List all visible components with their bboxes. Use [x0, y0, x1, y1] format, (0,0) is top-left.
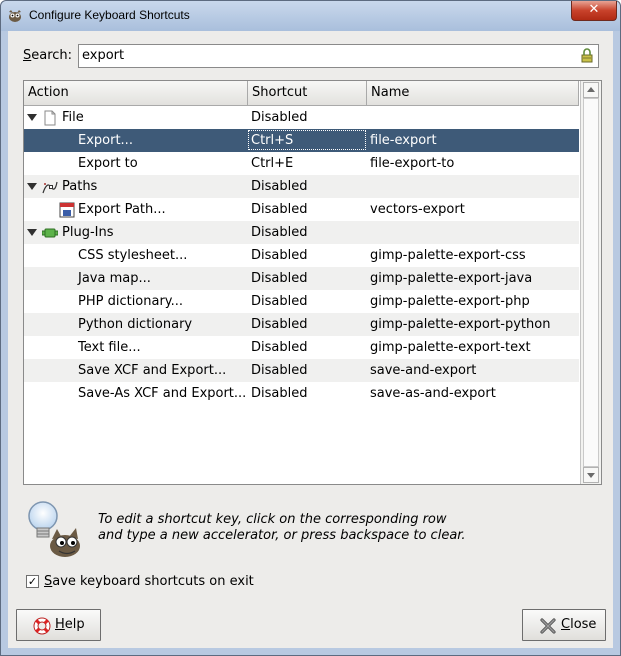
tree-rows: File Disabled Export... Ctrl+S file-expo… [24, 106, 579, 405]
row-action: PHP dictionary... [78, 294, 184, 309]
column-header-name[interactable]: Name [367, 81, 579, 105]
close-button-label: Close [561, 617, 596, 632]
paths-icon [42, 181, 58, 194]
row-name: gimp-palette-export-php [370, 294, 530, 309]
column-header-action[interactable]: Action [24, 81, 248, 105]
close-label-rest: lose [570, 617, 597, 632]
row-action: Save XCF and Export... [78, 363, 227, 378]
row-name: file-export-to [370, 156, 455, 171]
window-close-button[interactable]: ✕ [571, 1, 617, 21]
title-bar[interactable]: Configure Keyboard Shortcuts ✕ [1, 1, 620, 31]
scroll-up-arrow-icon [587, 87, 595, 92]
export-path-icon [59, 202, 75, 218]
row-action: Export... [78, 133, 133, 148]
search-label: Search: [23, 48, 72, 63]
column-header-shortcut[interactable]: Shortcut [248, 81, 367, 105]
row-shortcut: Disabled [251, 363, 308, 378]
help-mnemonic: H [55, 617, 65, 632]
tree-row-save-as-and-export[interactable]: Save-As XCF and Export... Disabled save-… [24, 382, 579, 405]
hint-line-1: To edit a shortcut key, click on the cor… [98, 512, 447, 527]
hint-line-2: and type a new accelerator, or press bac… [98, 528, 466, 543]
row-shortcut[interactable]: Ctrl+S [251, 129, 367, 152]
row-name: gimp-palette-export-text [370, 340, 531, 355]
tree-header: Action Shortcut Name [24, 81, 579, 106]
row-action: Java map... [78, 271, 151, 286]
row-shortcut: Disabled [251, 110, 308, 125]
tree-row-save-and-export[interactable]: Save XCF and Export... Disabled save-and… [24, 359, 579, 382]
document-icon [44, 110, 56, 126]
row-name: file-export [370, 133, 437, 148]
dialog-window: Configure Keyboard Shortcuts ✕ Search: A… [0, 0, 621, 656]
help-label-rest: elp [64, 617, 85, 632]
row-name: gimp-palette-export-css [370, 248, 526, 263]
dialog-content: Search: Action Shortcut Name File [8, 31, 613, 648]
scroll-track[interactable] [583, 98, 599, 467]
close-mnemonic: C [561, 617, 571, 632]
row-action: Save-As XCF and Export... [78, 386, 247, 401]
row-name: vectors-export [370, 202, 465, 217]
search-input[interactable] [79, 45, 562, 65]
save-shortcuts-checkbox[interactable]: ✓ [26, 575, 39, 588]
tree-row-plug-ins[interactable]: Plug-Ins Disabled [24, 221, 579, 244]
row-shortcut: Disabled [251, 202, 308, 217]
help-button[interactable]: Help [16, 609, 101, 641]
scroll-up-button[interactable] [583, 82, 599, 98]
tree-row-text-file[interactable]: Text file... Disabled gimp-palette-expor… [24, 336, 579, 359]
row-shortcut: Ctrl+E [251, 156, 294, 171]
row-name: save-and-export [370, 363, 477, 378]
tree-row-export-to[interactable]: Export to Ctrl+E file-export-to [24, 152, 579, 175]
clear-icon[interactable] [580, 48, 594, 63]
close-x-icon [540, 618, 556, 634]
search-field[interactable] [78, 44, 599, 68]
vertical-scrollbar[interactable] [580, 81, 601, 484]
row-action: CSS stylesheet... [78, 248, 188, 263]
row-shortcut: Disabled [251, 271, 308, 286]
row-shortcut: Disabled [251, 386, 308, 401]
row-name: save-as-and-export [370, 386, 496, 401]
row-name [370, 175, 575, 198]
row-name [370, 221, 575, 244]
row-shortcut: Disabled [251, 179, 308, 194]
save-shortcuts-label[interactable]: Save keyboard shortcuts on exit [44, 574, 254, 589]
gimp-app-icon [9, 10, 21, 22]
save-shortcuts-label-rest: ave keyboard shortcuts on exit [52, 574, 254, 589]
help-button-label: Help [55, 617, 85, 632]
row-shortcut: Disabled [251, 225, 308, 240]
scroll-down-button[interactable] [583, 467, 599, 483]
expander-icon[interactable] [27, 229, 37, 236]
tree-row-paths[interactable]: Paths Disabled [24, 175, 579, 198]
row-action: Python dictionary [78, 317, 193, 332]
row-action: Paths [62, 179, 98, 194]
shortcuts-tree: Action Shortcut Name File Disabled Expor… [23, 80, 602, 485]
expander-icon[interactable] [27, 114, 37, 121]
close-button[interactable]: Close [522, 609, 606, 641]
tree-row-export-path[interactable]: Export Path... Disabled vectors-export [24, 198, 579, 221]
plugin-icon [42, 228, 58, 238]
row-shortcut: Disabled [251, 340, 308, 355]
row-shortcut: Disabled [251, 317, 308, 332]
row-name [370, 106, 575, 129]
row-shortcut: Disabled [251, 294, 308, 309]
lifebuoy-icon [33, 617, 51, 635]
scroll-down-arrow-icon [587, 473, 595, 478]
tree-row-file[interactable]: File Disabled [24, 106, 579, 129]
tree-row-export[interactable]: Export... Ctrl+S file-export [24, 129, 579, 152]
row-name: gimp-palette-export-java [370, 271, 533, 286]
row-shortcut: Disabled [251, 248, 308, 263]
expander-icon[interactable] [27, 183, 37, 190]
tree-row-java-map[interactable]: Java map... Disabled gimp-palette-export… [24, 267, 579, 290]
window-title: Configure Keyboard Shortcuts [29, 8, 190, 22]
hint-text: To edit a shortcut key, click on the cor… [98, 512, 466, 544]
row-action: Text file... [78, 340, 141, 355]
row-action: File [62, 110, 84, 125]
row-action: Export to [78, 156, 138, 171]
row-name: gimp-palette-export-python [370, 317, 551, 332]
tree-row-python-dictionary[interactable]: Python dictionary Disabled gimp-palette-… [24, 313, 579, 336]
row-action: Export Path... [78, 202, 166, 217]
search-label-rest: earch: [31, 48, 73, 63]
wilber-lightbulb-icon [28, 501, 80, 557]
row-action: Plug-Ins [62, 225, 114, 240]
tree-row-css-stylesheet[interactable]: CSS stylesheet... Disabled gimp-palette-… [24, 244, 579, 267]
tree-row-php-dictionary[interactable]: PHP dictionary... Disabled gimp-palette-… [24, 290, 579, 313]
